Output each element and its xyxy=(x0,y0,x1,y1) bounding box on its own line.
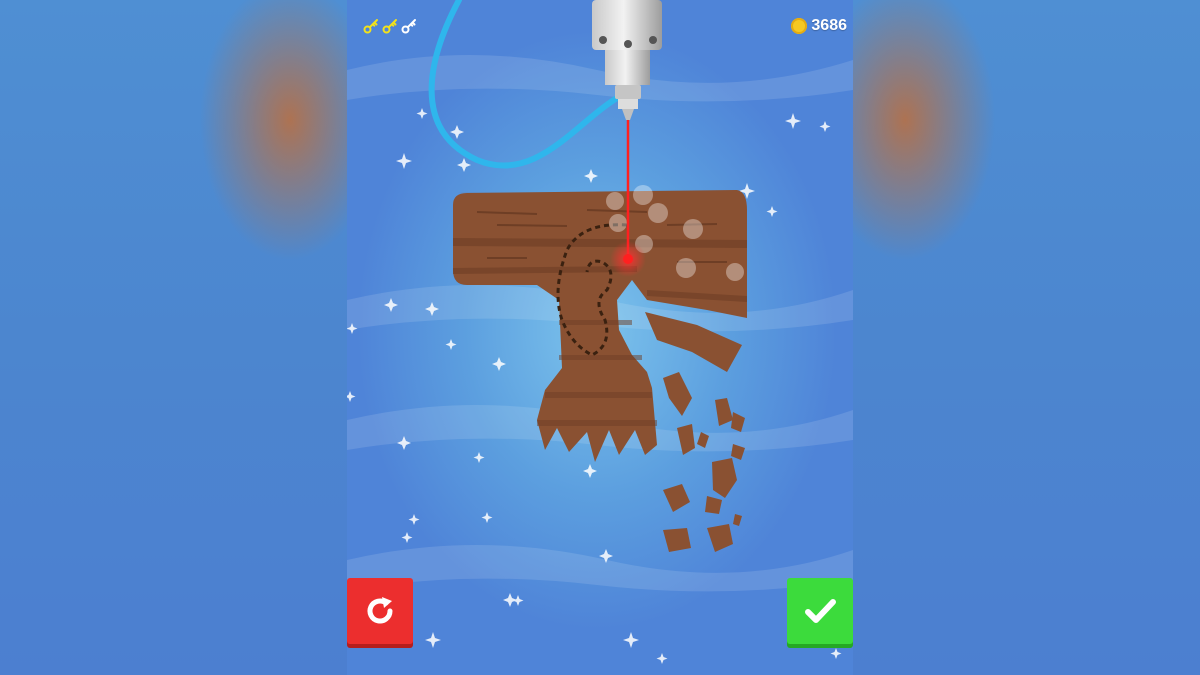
confirm-button[interactable] xyxy=(787,578,853,644)
restart-button[interactable] xyxy=(347,578,413,644)
restart-icon xyxy=(367,597,393,624)
coin-count: 3686 xyxy=(811,17,847,34)
coin-icon xyxy=(791,18,808,34)
laser-drill xyxy=(592,0,662,120)
checkmark-icon xyxy=(805,599,836,623)
coin-counter: 3686 xyxy=(791,17,847,35)
key-icon xyxy=(382,19,397,34)
key-icon xyxy=(401,19,416,34)
game-screen: 3686 xyxy=(347,0,853,675)
keys-collected xyxy=(363,18,417,34)
game-scene xyxy=(347,0,853,664)
key-icon xyxy=(363,19,378,34)
